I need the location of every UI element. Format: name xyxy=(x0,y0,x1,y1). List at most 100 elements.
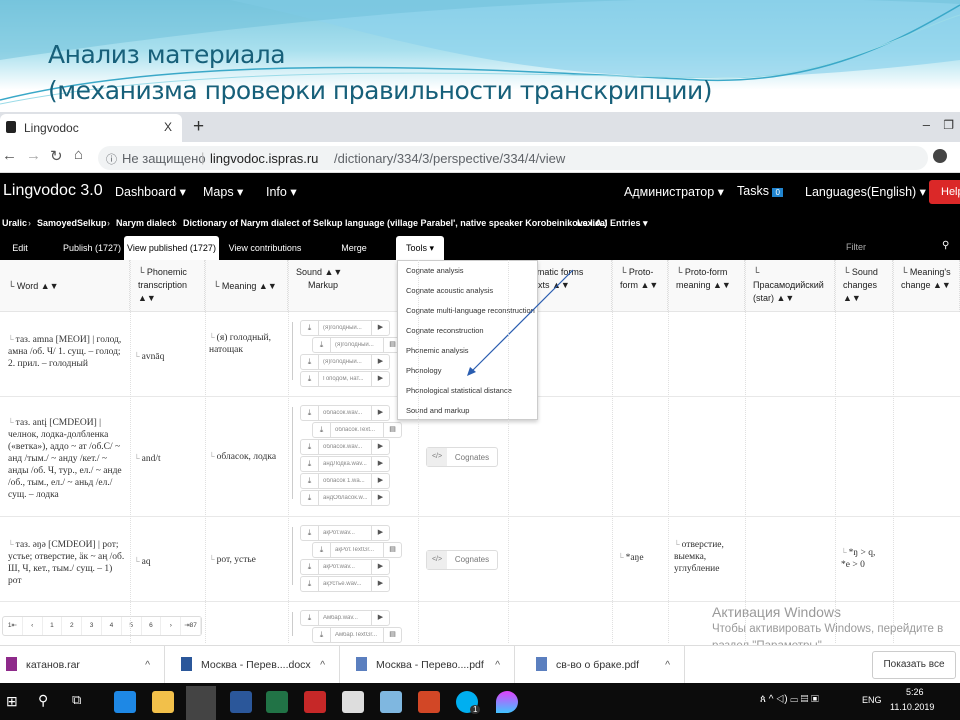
play-icon[interactable]: ▶ xyxy=(371,355,389,369)
download-icon[interactable]: ⤓ xyxy=(301,577,319,591)
play-icon[interactable]: ▶ xyxy=(371,440,389,454)
page-button[interactable]: 1⇤ xyxy=(3,617,23,635)
home-icon[interactable]: ⌂ xyxy=(74,146,83,163)
notes-icon[interactable] xyxy=(380,691,402,713)
breadcrumb-item[interactable]: Narym dialect xyxy=(116,218,175,228)
tools-menu-item[interactable]: Cognate analysis xyxy=(406,266,464,275)
breadcrumb-item[interactable]: Samoyed xyxy=(37,218,77,228)
page-button[interactable]: 3 xyxy=(82,617,102,635)
breadcrumb-item[interactable]: Uralic xyxy=(2,218,27,228)
search-icon[interactable]: ⚲ xyxy=(942,240,949,251)
breadcrumb-item[interactable]: Lexical Entries ▾ xyxy=(577,218,648,229)
phonemic-cell[interactable]: and/t xyxy=(134,453,204,465)
show-all-button[interactable]: Показать все xyxy=(872,651,956,679)
download-icon[interactable]: ⤓ xyxy=(301,457,319,471)
markup-icon[interactable]: ▤ xyxy=(383,628,401,642)
column-header[interactable]: └ Sound changes ▲▼ xyxy=(835,260,893,312)
page-button[interactable]: › xyxy=(161,617,182,635)
tab-publish[interactable]: Publish (1727) xyxy=(57,236,127,260)
help-button[interactable]: Help xyxy=(929,180,960,204)
back-icon[interactable]: ← xyxy=(2,147,17,164)
excel-icon[interactable] xyxy=(266,691,288,713)
page-button[interactable]: 2 xyxy=(62,617,83,635)
column-header-markup[interactable]: Markup xyxy=(296,279,413,292)
page-button[interactable]: 1 xyxy=(43,617,63,635)
column-header-label[interactable]: Phonemic transcription ▲▼ xyxy=(138,267,187,303)
url-input[interactable]: ⓘ Не защищено | lingvodoc.ispras.ru /dic… xyxy=(98,146,928,170)
download-item[interactable]: катанов.rar ^ xyxy=(0,646,165,684)
column-header[interactable]: └ Meaning ▲▼ xyxy=(205,260,288,312)
cognates-button[interactable]: </> Cognates xyxy=(426,549,498,570)
profile-icon[interactable] xyxy=(933,149,947,163)
app-icon[interactable] xyxy=(304,691,326,713)
powerpoint-icon[interactable] xyxy=(418,691,440,713)
languages-menu[interactable]: Languages(English) ▾ xyxy=(805,184,926,199)
page-button[interactable]: ⇥87 xyxy=(181,617,201,635)
column-header-label[interactable]: Meaning's change ▲▼ xyxy=(901,267,951,290)
tools-menu-item[interactable]: Phonological statistical distance xyxy=(406,386,512,395)
column-header[interactable]: └ Word ▲▼ xyxy=(0,260,130,312)
play-icon[interactable]: ▶ xyxy=(371,611,389,625)
chevron-up-icon[interactable]: ^ xyxy=(145,646,150,684)
play-icon[interactable]: ▶ xyxy=(371,457,389,471)
page-button[interactable]: 6 xyxy=(142,617,162,635)
word-cell[interactable]: таз. amna [МЕОИ] | голод, амна /об. Ч/ 1… xyxy=(8,334,126,370)
column-header-label[interactable]: Proto-form meaning ▲▼ xyxy=(676,267,731,290)
chevron-up-icon[interactable]: ^ xyxy=(495,646,500,684)
download-icon[interactable]: ⤓ xyxy=(301,474,319,488)
play-icon[interactable]: ▶ xyxy=(371,406,389,420)
tab-merge[interactable]: Merge suggestions xyxy=(318,236,390,277)
word-cell[interactable]: таз. ǝŋǝ [СМDЕОИ] | рот; устье; отверсти… xyxy=(8,539,126,587)
download-icon[interactable]: ⤓ xyxy=(301,611,319,625)
markup-icon[interactable]: ▤ xyxy=(383,543,401,557)
tools-menu-item[interactable]: Cognate multi-language reconstruction xyxy=(406,306,535,315)
download-icon[interactable]: ⤓ xyxy=(313,423,331,437)
download-item[interactable]: Москва - Перево....pdf ^ xyxy=(340,646,515,684)
tools-menu-item[interactable]: Phonology xyxy=(406,366,441,375)
phonemic-cell[interactable]: aq xyxy=(134,556,204,568)
paint3d-icon[interactable] xyxy=(496,691,518,713)
sound-changes-cell[interactable]: *ŋ > q, *e > 0 xyxy=(841,547,885,571)
clock-date[interactable]: 11.10.2019 xyxy=(890,702,934,712)
calculator-icon[interactable] xyxy=(342,691,364,713)
download-icon[interactable]: ⤓ xyxy=(301,372,319,386)
new-tab-button[interactable]: + xyxy=(193,116,204,138)
system-tray-icons[interactable]: ጰ ^ ◁) ▭ ▤ ▣ xyxy=(760,694,819,705)
download-icon[interactable]: ⤓ xyxy=(301,560,319,574)
word-cell[interactable]: таз. antį [СМDЕОИ] | челнок, лодка-долбл… xyxy=(8,417,126,501)
tab-view[interactable]: View contributions (26) xyxy=(220,236,310,277)
column-header-label[interactable]: Meaning ▲▼ xyxy=(222,281,277,291)
column-header[interactable]: └ Meaning's change ▲▼ xyxy=(893,260,960,312)
windows-start-icon[interactable]: ⊞ xyxy=(6,693,18,710)
nav-dashboard[interactable]: Dashboard ▾ xyxy=(115,184,186,199)
tab-tools[interactable]: Tools ▾ xyxy=(396,236,444,260)
play-icon[interactable]: ▶ xyxy=(371,491,389,505)
tab-close-icon[interactable]: X xyxy=(164,120,172,134)
download-icon[interactable]: ⤓ xyxy=(313,628,331,642)
download-icon[interactable]: ⤓ xyxy=(313,338,331,352)
download-item[interactable]: Москва - Перев....docx ^ xyxy=(165,646,340,684)
download-icon[interactable]: ⤓ xyxy=(301,526,319,540)
page-button[interactable]: 4 xyxy=(102,617,122,635)
play-icon[interactable]: ▶ xyxy=(371,321,389,335)
user-menu[interactable]: Администратор ▾ xyxy=(624,184,724,199)
nav-maps[interactable]: Maps ▾ xyxy=(203,184,243,199)
play-icon[interactable]: ▶ xyxy=(371,577,389,591)
play-icon[interactable]: ▶ xyxy=(371,474,389,488)
clock-time[interactable]: 5:26 xyxy=(906,687,924,697)
download-item[interactable]: св-во о браке.pdf ^ xyxy=(520,646,685,684)
restore-icon[interactable]: ❐ xyxy=(943,118,954,132)
proto-form-cell[interactable]: *aŋe xyxy=(618,552,644,564)
column-header[interactable]: └ Proto-form meaning ▲▼ xyxy=(668,260,745,312)
tools-menu-item[interactable]: Phonemic analysis xyxy=(406,346,469,355)
search-icon[interactable]: ⚲ xyxy=(38,692,48,709)
word-icon[interactable] xyxy=(230,691,252,713)
meaning-cell[interactable]: рот, устье xyxy=(209,554,279,566)
tools-menu-item[interactable]: Cognate acoustic analysis xyxy=(406,286,493,295)
brand-logo[interactable]: Lingvodoc 3.0 xyxy=(3,182,103,200)
language-indicator[interactable]: ENG xyxy=(862,695,882,705)
page-button[interactable]: 5 xyxy=(122,617,142,635)
play-icon[interactable]: ▶ xyxy=(371,526,389,540)
download-icon[interactable]: ⤓ xyxy=(301,406,319,420)
chrome-icon[interactable] xyxy=(186,686,216,720)
